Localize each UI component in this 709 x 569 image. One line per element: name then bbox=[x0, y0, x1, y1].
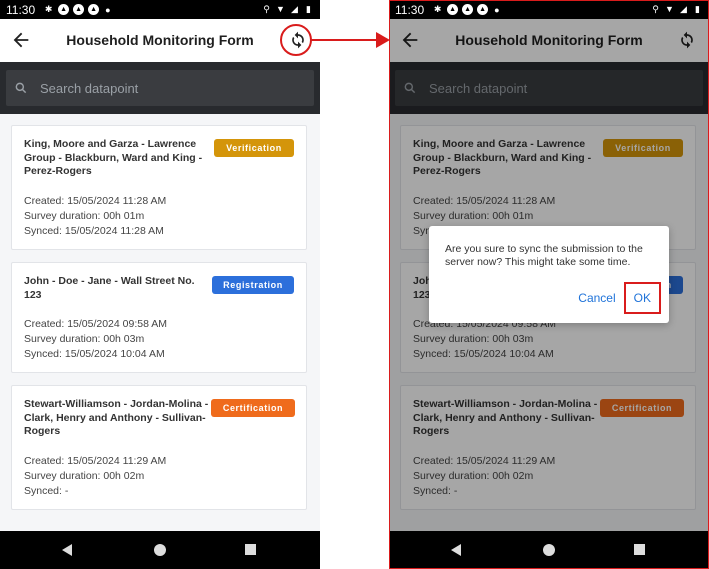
search-input[interactable] bbox=[38, 79, 314, 97]
search-icon bbox=[15, 82, 27, 94]
nav-recents-icon[interactable] bbox=[634, 544, 645, 555]
settings-icon: ✱ bbox=[44, 4, 53, 14]
wifi-icon: ▼ bbox=[665, 4, 674, 14]
notification-icon: ▲ bbox=[447, 4, 459, 15]
annotation-arrow-head-icon bbox=[376, 32, 390, 48]
notification-icon: ▲ bbox=[88, 4, 100, 15]
nav-recents-icon[interactable] bbox=[245, 544, 256, 555]
survey-duration: Survey duration: 00h 02m bbox=[24, 470, 145, 482]
nav-back-icon[interactable] bbox=[62, 544, 72, 556]
created-date: Created: 15/05/2024 11:29 AM bbox=[24, 455, 167, 467]
synced-date: Synced: - bbox=[24, 485, 69, 497]
synced-date: Synced: 15/05/2024 11:28 AM bbox=[24, 225, 164, 237]
app-bar: Household Monitoring Form bbox=[0, 19, 320, 62]
notification-icon: ▲ bbox=[462, 4, 474, 15]
phone-screen-before: 11:30 ✱ ▲ ▲ ▲ ● ⚲ ▼ ◢ ▮ Household Monito… bbox=[0, 0, 320, 569]
datapoint-list: King, Moore and Garza - Lawrence Group -… bbox=[0, 114, 320, 531]
datapoint-card[interactable]: King, Moore and Garza - Lawrence Group -… bbox=[11, 125, 307, 250]
cancel-button[interactable]: Cancel bbox=[572, 285, 621, 311]
status-time: 11:30 bbox=[395, 2, 425, 17]
location-icon: ⚲ bbox=[263, 4, 270, 14]
wifi-icon: ▼ bbox=[276, 4, 285, 14]
datapoint-name: John - Doe - Jane - Wall Street No. 123 bbox=[24, 275, 195, 301]
status-badge-verification: Verification bbox=[214, 139, 294, 157]
search-bar bbox=[0, 62, 320, 114]
system-nav-bar bbox=[389, 531, 709, 569]
settings-icon: ✱ bbox=[433, 4, 442, 14]
page-title: Household Monitoring Form bbox=[66, 32, 254, 48]
status-badge-certification: Certification bbox=[211, 399, 295, 417]
synced-date: Synced: 15/05/2024 10:04 AM bbox=[24, 348, 165, 360]
sync-confirm-dialog: Are you sure to sync the submission to t… bbox=[429, 226, 669, 323]
nav-back-icon[interactable] bbox=[451, 544, 461, 556]
created-date: Created: 15/05/2024 09:58 AM bbox=[24, 318, 168, 330]
more-notifications-icon: ● bbox=[105, 4, 111, 15]
more-notifications-icon: ● bbox=[494, 4, 500, 15]
phone-screen-after: 11:30 ✱ ▲ ▲ ▲ ● ⚲ ▼ ◢ ▮ Household Monito… bbox=[389, 0, 709, 569]
notification-icon: ▲ bbox=[477, 4, 489, 15]
dialog-message: Are you sure to sync the submission to t… bbox=[445, 243, 643, 268]
status-time: 11:30 bbox=[6, 2, 36, 17]
nav-home-icon[interactable] bbox=[154, 544, 166, 556]
notification-icon: ▲ bbox=[58, 4, 70, 15]
sync-highlight-circle bbox=[280, 24, 312, 56]
ok-button[interactable]: OK bbox=[623, 282, 662, 314]
survey-duration: Survey duration: 00h 01m bbox=[24, 210, 145, 222]
notification-icon: ▲ bbox=[73, 4, 85, 15]
datapoint-card[interactable]: John - Doe - Jane - Wall Street No. 123 … bbox=[11, 262, 307, 373]
dialog-actions: Cancel OK bbox=[572, 282, 662, 314]
battery-icon: ▮ bbox=[306, 4, 311, 14]
search-field[interactable] bbox=[6, 70, 314, 106]
location-icon: ⚲ bbox=[652, 4, 659, 14]
datapoint-name: Stewart-Williamson - Jordan-Molina - Cla… bbox=[24, 398, 209, 437]
system-nav-bar bbox=[0, 531, 320, 569]
signal-icon: ◢ bbox=[291, 4, 298, 14]
survey-duration: Survey duration: 00h 03m bbox=[24, 333, 145, 345]
datapoint-name: King, Moore and Garza - Lawrence Group -… bbox=[24, 138, 203, 177]
nav-home-icon[interactable] bbox=[543, 544, 555, 556]
annotation-arrow-line bbox=[311, 39, 381, 41]
battery-icon: ▮ bbox=[695, 4, 700, 14]
created-date: Created: 15/05/2024 11:28 AM bbox=[24, 195, 167, 207]
signal-icon: ◢ bbox=[680, 4, 687, 14]
status-badge-registration: Registration bbox=[212, 276, 294, 294]
datapoint-card[interactable]: Stewart-Williamson - Jordan-Molina - Cla… bbox=[11, 385, 307, 510]
status-bar: 11:30 ✱ ▲ ▲ ▲ ● ⚲ ▼ ◢ ▮ bbox=[0, 0, 320, 19]
status-bar: 11:30 ✱ ▲ ▲ ▲ ● ⚲ ▼ ◢ ▮ bbox=[389, 0, 709, 19]
